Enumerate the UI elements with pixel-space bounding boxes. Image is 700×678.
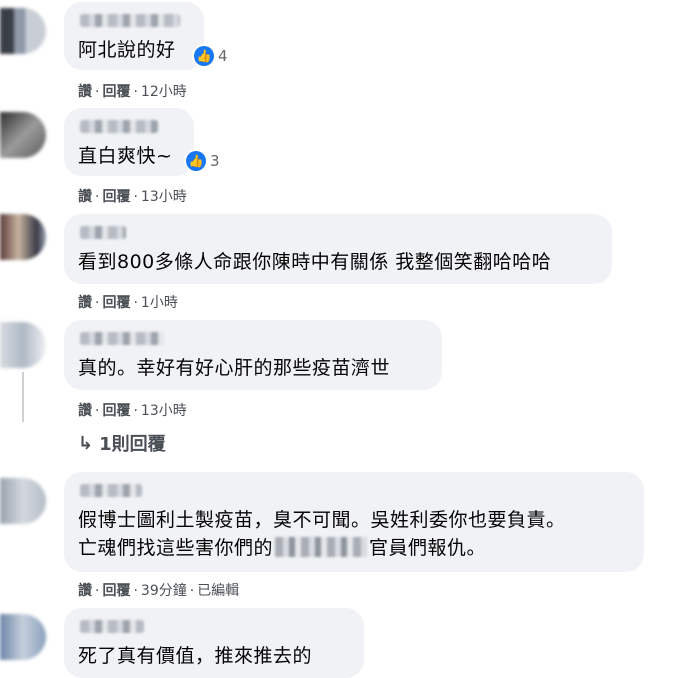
thread-connector [22, 372, 24, 422]
reaction-number: 4 [218, 47, 228, 65]
avatar[interactable] [0, 614, 46, 660]
reply-link[interactable]: 回覆 [102, 189, 130, 205]
commenter-name-redacted[interactable] [80, 620, 144, 633]
comment-bubble: 看到800多條人命跟你陳時中有關係 我整個笑翻哈哈哈 [64, 214, 612, 284]
comment-text-line-2: 亡魂們找這些害你們的 官員們報仇。 [78, 534, 630, 562]
comment-text: 真的。幸好有好心肝的那些疫苗濟世 [78, 357, 391, 379]
timestamp[interactable]: 12小時 [141, 84, 187, 100]
comment-bubble: 真的。幸好有好心肝的那些疫苗濟世 [64, 320, 442, 390]
like-link[interactable]: 讚 [78, 189, 92, 205]
comment-text: 看到800多條人命跟你陳時中有關係 我整個笑翻哈哈哈 [78, 251, 552, 273]
reply-link[interactable]: 回覆 [102, 583, 130, 599]
comment-actions: 讚 · 回覆 · 13小時 [78, 403, 187, 419]
timestamp[interactable]: 13小時 [141, 189, 187, 205]
avatar[interactable] [0, 214, 46, 260]
reaction-count[interactable]: 👍 3 [186, 151, 220, 171]
comment-bubble: 直白爽快~ [64, 108, 194, 176]
commenter-name-redacted[interactable] [80, 484, 142, 497]
commenter-name-redacted[interactable] [80, 14, 180, 27]
avatar[interactable] [0, 8, 46, 54]
comment-text-line-1: 假博士圖利土製疫苗，臭不可聞。吳姓利委你也要負責。 [78, 509, 566, 531]
comment-text: 直白爽快~ [78, 145, 173, 167]
like-link[interactable]: 讚 [78, 583, 92, 599]
reaction-count[interactable]: 👍 4 [194, 46, 228, 66]
avatar[interactable] [0, 322, 46, 368]
comment-text: 死了真有價值，推來推去的 [78, 645, 313, 667]
reply-link[interactable]: 回覆 [102, 295, 130, 311]
comment-bubble: 阿北說的好 [64, 2, 204, 70]
reply-link[interactable]: 回覆 [102, 403, 130, 419]
thumbs-up-icon: 👍 [194, 46, 214, 66]
comment-text: 阿北說的好 [78, 39, 176, 61]
view-replies-link[interactable]: ↳ 1則回覆 [78, 430, 166, 456]
commenter-name-redacted[interactable] [80, 226, 126, 239]
comment-actions: 讚 · 回覆 · 13小時 [78, 189, 187, 205]
comment-bubble: 假博士圖利土製疫苗，臭不可聞。吳姓利委你也要負責。 亡魂們找這些害你們的 官員們報… [64, 472, 644, 572]
reaction-number: 3 [210, 152, 220, 170]
like-link[interactable]: 讚 [78, 295, 92, 311]
edited-label[interactable]: 已編輯 [197, 583, 239, 599]
avatar[interactable] [0, 478, 46, 524]
comment-actions: 讚 · 回覆 · 39分鐘 · 已編輯 [78, 583, 240, 599]
view-replies-label: 1則回覆 [99, 434, 166, 455]
reply-arrow-icon: ↳ [78, 432, 94, 454]
comment-text-part: 亡魂們找這些害你們的 [78, 537, 274, 559]
timestamp[interactable]: 13小時 [141, 403, 187, 419]
timestamp[interactable]: 39分鐘 [141, 583, 187, 599]
comment-actions: 讚 · 回覆 · 1小時 [78, 295, 178, 311]
timestamp[interactable]: 1小時 [141, 295, 178, 311]
comment-text-part: 官員們報仇。 [369, 537, 487, 559]
avatar[interactable] [0, 112, 46, 158]
commenter-name-redacted[interactable] [80, 120, 158, 133]
thumbs-up-icon: 👍 [186, 151, 206, 171]
comment-bubble: 死了真有價值，推來推去的 [64, 608, 364, 678]
commenter-name-redacted[interactable] [80, 332, 164, 345]
like-link[interactable]: 讚 [78, 84, 92, 100]
like-link[interactable]: 讚 [78, 403, 92, 419]
redacted-text [275, 537, 368, 557]
comment-actions: 讚 · 回覆 · 12小時 [78, 84, 187, 100]
reply-link[interactable]: 回覆 [102, 84, 130, 100]
